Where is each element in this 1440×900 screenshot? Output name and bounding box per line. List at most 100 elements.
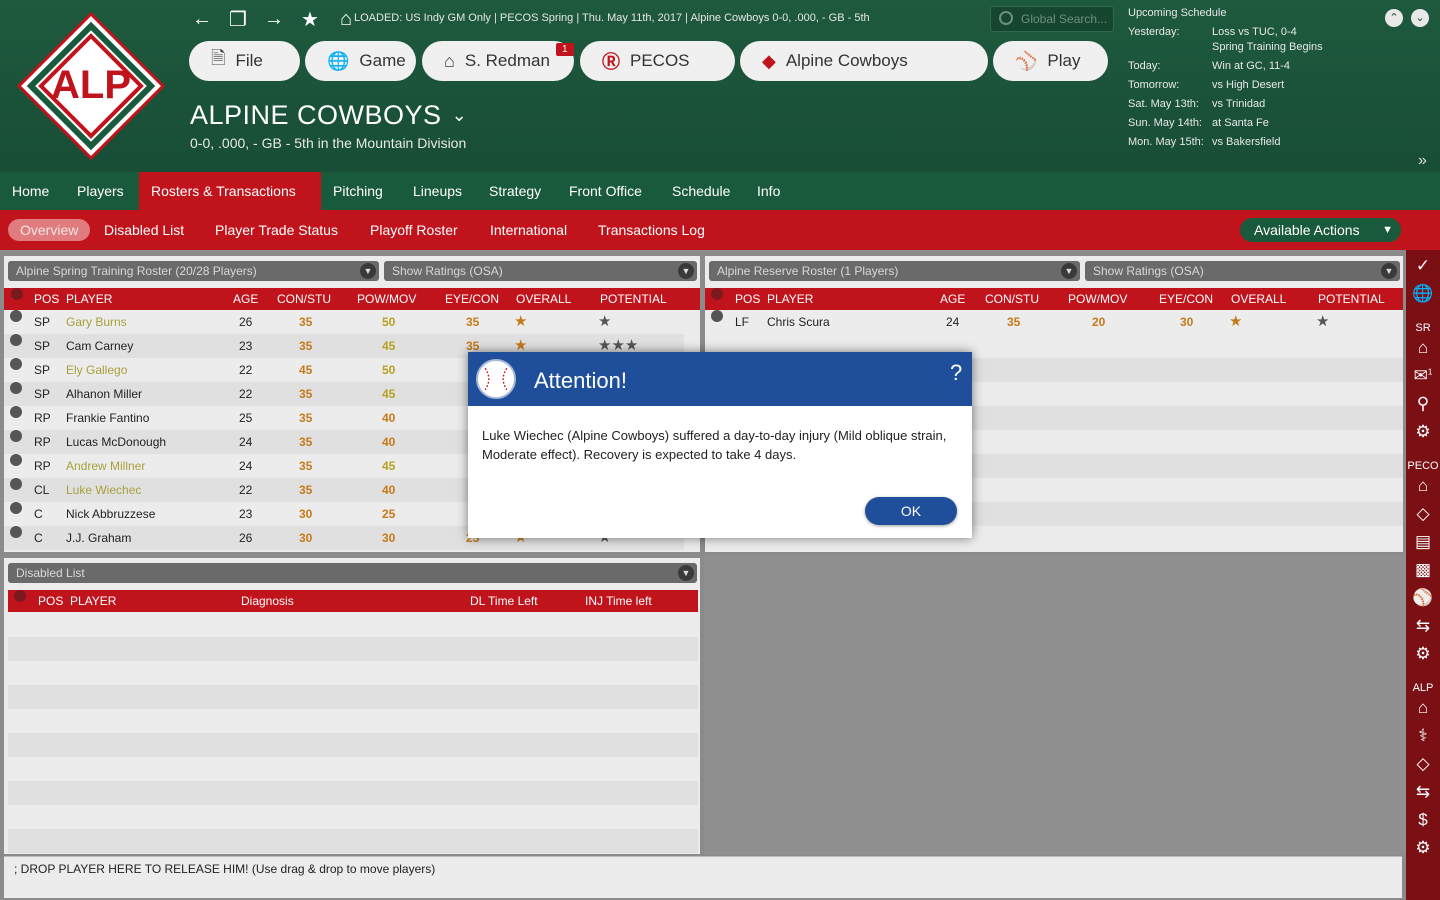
player-name[interactable]: Nick Abbruzzese	[66, 502, 155, 526]
row-select-icon[interactable]	[10, 430, 22, 442]
col-pow-mov[interactable]: POW/MOV	[357, 288, 416, 310]
disabled-list-select[interactable]: Disabled List ▼	[8, 563, 697, 583]
nav-players[interactable]: Players	[65, 172, 136, 210]
home-icon[interactable]: ⌂	[1406, 338, 1440, 358]
dollar-icon[interactable]: $	[1406, 810, 1440, 830]
col-potential[interactable]: POTENTIAL	[1318, 288, 1385, 310]
star-icon[interactable]: ★	[298, 8, 322, 31]
player-name[interactable]: J.J. Graham	[66, 526, 131, 550]
player-name[interactable]: Luke Wiechec	[66, 478, 141, 502]
transfer-icon[interactable]: ⇆	[1406, 782, 1440, 802]
transfer-icon[interactable]: ⇆	[1406, 616, 1440, 636]
col-overall[interactable]: OVERALL	[516, 288, 571, 310]
nav-lineups[interactable]: Lineups	[401, 172, 474, 210]
gear-icon[interactable]: ⚙	[1406, 644, 1440, 664]
nav-strategy[interactable]: Strategy	[477, 172, 553, 210]
col-age[interactable]: AGE	[233, 288, 258, 310]
table-row[interactable]: SP Gary Burns 26 35 50 35 ★ ★	[4, 310, 684, 334]
file-button[interactable]: 🗎 File	[189, 41, 300, 81]
col-eye-con[interactable]: EYE/CON	[1159, 288, 1213, 310]
roster-select[interactable]: Alpine Spring Training Roster (20/28 Pla…	[8, 261, 379, 281]
col-pos[interactable]: POS	[735, 288, 760, 310]
chevron-up-icon[interactable]: ⌃	[1385, 9, 1403, 27]
row-select-icon[interactable]	[10, 406, 22, 418]
stethoscope-icon[interactable]: ⚕	[1406, 726, 1440, 746]
col-con-stu[interactable]: CON/STU	[985, 288, 1039, 310]
expand-icon[interactable]: »	[1418, 152, 1427, 170]
reserve-roster-select[interactable]: Alpine Reserve Roster (1 Players) ▼	[709, 261, 1080, 281]
table-row[interactable]: LF Chris Scura 24 35 20 30 ★ ★	[705, 310, 1403, 334]
col-player[interactable]: PLAYER	[70, 590, 116, 612]
nav-info[interactable]: Info	[745, 172, 792, 210]
team-title[interactable]: ALPINE COWBOYS ⌄	[190, 100, 467, 131]
col-pos[interactable]: POS	[34, 288, 59, 310]
globe-icon[interactable]: 🌐	[1406, 284, 1440, 304]
col-diagnosis[interactable]: Diagnosis	[241, 590, 294, 612]
home-icon[interactable]: ⌂	[1406, 476, 1440, 496]
tab-playoff-roster[interactable]: Playoff Roster	[358, 219, 470, 241]
nav-front-office[interactable]: Front Office	[557, 172, 654, 210]
player-name[interactable]: Andrew Millner	[66, 454, 145, 478]
ratings-select[interactable]: Show Ratings (OSA) ▼	[1085, 261, 1400, 281]
document-icon[interactable]: ▤	[1406, 532, 1440, 552]
tab-disabled-list[interactable]: Disabled List	[92, 219, 196, 241]
player-name[interactable]: Ely Gallego	[66, 358, 127, 382]
player-name[interactable]: Lucas McDonough	[66, 430, 166, 454]
row-select-icon[interactable]	[10, 382, 22, 394]
row-select-icon[interactable]	[10, 334, 22, 346]
col-inj-time-left[interactable]: INJ Time left	[585, 590, 652, 612]
row-select-icon[interactable]	[10, 502, 22, 514]
player-name[interactable]: Chris Scura	[767, 310, 830, 334]
select-all-icon[interactable]	[711, 288, 723, 300]
diamond-icon[interactable]: ◇	[1406, 754, 1440, 774]
game-button[interactable]: 🌐 Game	[305, 41, 416, 81]
gear-icon[interactable]: ⚙	[1406, 422, 1440, 442]
global-search-input[interactable]: Global Search...	[990, 6, 1114, 32]
row-select-icon[interactable]	[10, 358, 22, 370]
col-eye-con[interactable]: EYE/CON	[445, 288, 499, 310]
player-name[interactable]: Cam Carney	[66, 334, 133, 358]
team-button[interactable]: ◆ Alpine Cowboys	[740, 41, 988, 81]
tab-overview[interactable]: Overview	[8, 219, 91, 241]
col-player[interactable]: PLAYER	[767, 288, 813, 310]
release-drop-zone[interactable]: ; DROP PLAYER HERE TO RELEASE HIM! (Use …	[4, 856, 1402, 898]
col-pos[interactable]: POS	[38, 590, 63, 612]
player-name[interactable]: Frankie Fantino	[66, 406, 149, 430]
col-player[interactable]: PLAYER	[66, 288, 112, 310]
chevron-down-icon[interactable]: ⌄	[1411, 9, 1429, 27]
inbox-icon[interactable]: ✉1	[1406, 366, 1440, 386]
row-select-icon[interactable]	[10, 310, 22, 322]
nav-home[interactable]: Home	[0, 172, 61, 210]
tab-player-trade-status[interactable]: Player Trade Status	[203, 219, 350, 241]
nav-pitching[interactable]: Pitching	[321, 172, 395, 210]
gear-icon[interactable]: ⚙	[1406, 838, 1440, 858]
manager-button[interactable]: ⌂ S. Redman	[422, 41, 574, 81]
row-select-icon[interactable]	[10, 526, 22, 538]
col-pow-mov[interactable]: POW/MOV	[1068, 288, 1127, 310]
diamond-icon[interactable]: ◇	[1406, 504, 1440, 524]
back-icon[interactable]: ←	[190, 8, 214, 30]
checkmark-icon[interactable]: ✓	[1406, 256, 1440, 276]
ok-button[interactable]: OK	[865, 497, 957, 525]
col-con-stu[interactable]: CON/STU	[277, 288, 331, 310]
player-name[interactable]: Gary Burns	[66, 310, 127, 334]
available-actions-button[interactable]: Available Actions ▼	[1240, 218, 1401, 242]
col-potential[interactable]: POTENTIAL	[600, 288, 667, 310]
copy-icon[interactable]: ❐	[226, 8, 250, 31]
home-icon[interactable]: ⌂	[1406, 698, 1440, 718]
search-icon[interactable]: ⚲	[1406, 394, 1440, 414]
tab-international[interactable]: International	[478, 219, 579, 241]
play-button[interactable]: ⚾ Play	[993, 41, 1108, 81]
col-dl-time-left[interactable]: DL Time Left	[470, 590, 538, 612]
row-select-icon[interactable]	[10, 454, 22, 466]
row-select-icon[interactable]	[711, 310, 723, 322]
bar-chart-icon[interactable]: ▩	[1406, 560, 1440, 580]
chevron-down-icon[interactable]: ⌄	[452, 105, 468, 125]
nav-schedule[interactable]: Schedule	[660, 172, 742, 210]
tab-transactions-log[interactable]: Transactions Log	[586, 219, 717, 241]
row-select-icon[interactable]	[10, 478, 22, 490]
col-overall[interactable]: OVERALL	[1231, 288, 1286, 310]
select-all-icon[interactable]	[14, 590, 26, 602]
ratings-select[interactable]: Show Ratings (OSA) ▼	[384, 261, 697, 281]
col-age[interactable]: AGE	[940, 288, 965, 310]
